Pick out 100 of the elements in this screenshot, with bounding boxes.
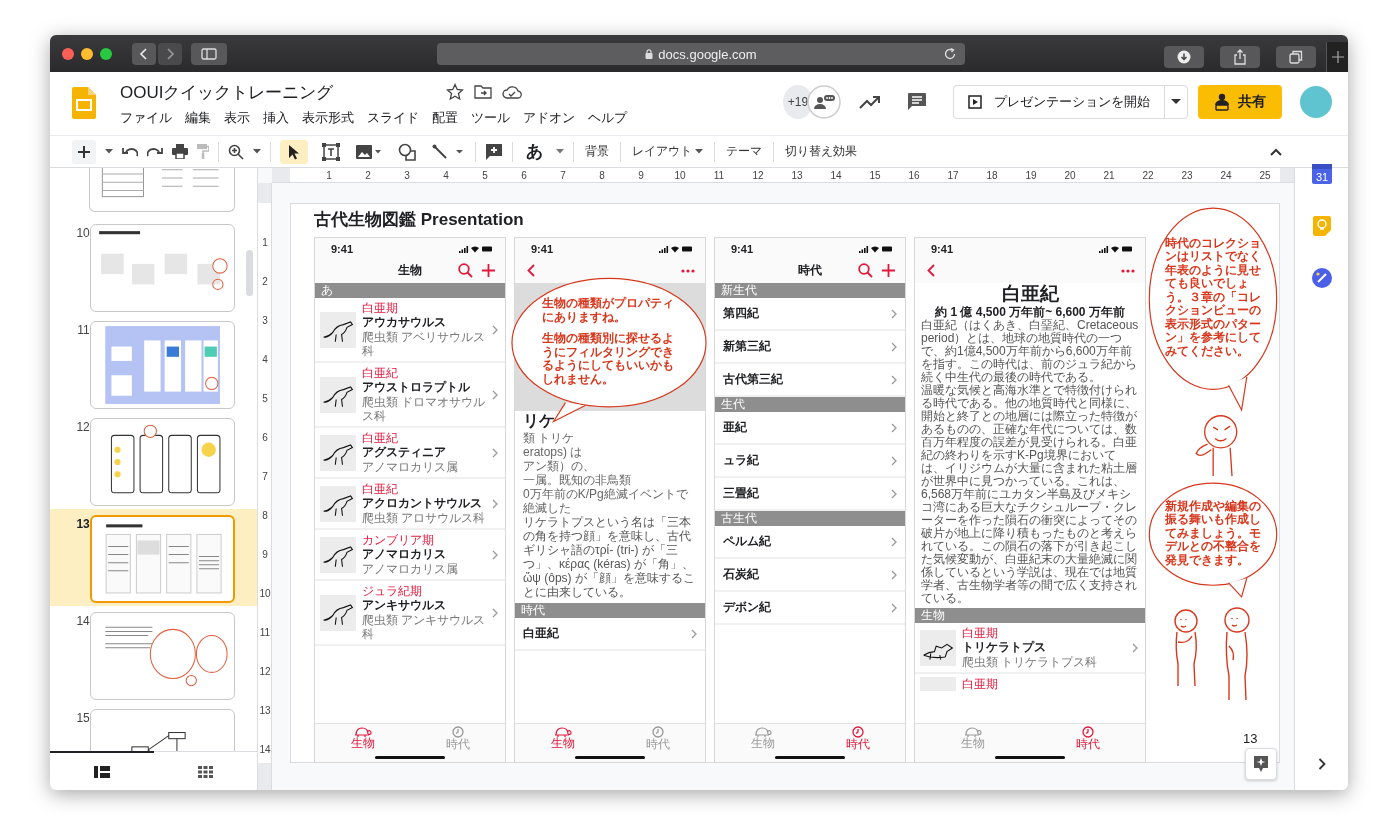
slide-number: 12 [75, 419, 90, 434]
list-row[interactable]: 白亜紀 アクロカントサウルス 爬虫類 アロサウルス科 [315, 479, 505, 530]
toolbar-button[interactable]: 背景 [583, 143, 611, 160]
person-chat-icon[interactable] [807, 85, 841, 119]
menu-item[interactable]: スライド [367, 109, 419, 127]
list-row[interactable]: デボン紀 [715, 592, 905, 625]
share-page-button[interactable] [1220, 46, 1260, 68]
menu-item[interactable]: 表示 [224, 109, 250, 127]
new-slide-button[interactable] [72, 139, 96, 164]
reload-icon[interactable] [943, 47, 957, 61]
star-icon[interactable] [446, 83, 464, 101]
present-options-button[interactable] [1164, 85, 1188, 119]
description-text: アン類）の、 [523, 459, 595, 473]
list-row[interactable]: 白亜紀 [515, 618, 705, 651]
layout-menu-button[interactable]: レイアウト [630, 143, 705, 160]
collapse-icon[interactable] [1270, 147, 1282, 156]
list-row[interactable]: 白亜期 アウカサウルス 爬虫類 アベリサウルス科 [315, 298, 505, 363]
more-icon[interactable] [1121, 269, 1135, 273]
slide-thumbnail[interactable] [89, 321, 235, 409]
menu-item[interactable]: 配置 [432, 109, 458, 127]
caret-icon[interactable] [105, 149, 113, 154]
back-icon[interactable] [527, 264, 535, 277]
sidebar-button[interactable] [191, 42, 227, 65]
back-icon[interactable] [927, 264, 935, 277]
tab-bar-item[interactable]: 時代 [1030, 724, 1145, 752]
era-name: 古代第三紀 [723, 371, 783, 388]
menu-item[interactable]: 挿入 [263, 109, 289, 127]
menu-item[interactable]: 表示形式 [302, 109, 354, 127]
more-icon[interactable] [681, 269, 695, 273]
address-bar[interactable]: docs.google.com [437, 43, 965, 65]
tab-bar-item[interactable]: 生物 [315, 724, 410, 752]
task-check-icon[interactable] [1311, 268, 1332, 288]
download-button[interactable] [1164, 46, 1204, 68]
slide-thumbnail[interactable] [89, 168, 235, 212]
list-row[interactable]: 新第三紀 [715, 331, 905, 364]
menu-item[interactable]: ファイル [120, 109, 172, 127]
list-row[interactable]: ジュラ紀期 アンキサウルス 爬虫類 アンキサウルス科 [315, 581, 505, 646]
select-tool[interactable] [280, 139, 308, 164]
share-button[interactable]: 共有 [1198, 85, 1282, 119]
list-row[interactable]: 第四紀 [715, 298, 905, 331]
menu-item[interactable]: 編集 [185, 109, 211, 127]
add-comment-icon[interactable] [485, 142, 503, 161]
era-label: 白亜紀 [362, 366, 398, 380]
caret-icon[interactable] [253, 149, 261, 154]
menu-item[interactable]: ツール [471, 109, 510, 127]
calendar-icon[interactable]: 31 [1311, 162, 1332, 184]
redo-icon[interactable] [147, 146, 163, 157]
list-row[interactable]: 亜紀 [715, 412, 905, 445]
collaborator-count[interactable]: +19 [783, 85, 813, 119]
trending-up-icon[interactable] [859, 95, 881, 109]
toolbar-button[interactable]: 切り替え効果 [783, 143, 859, 160]
minimize-window-button[interactable] [81, 47, 93, 60]
slide-thumbnail[interactable] [89, 418, 235, 506]
bubble-text: 生物の種類がプロパティにありますね。 [542, 297, 675, 325]
slide-thumbnail[interactable] [89, 612, 235, 700]
close-window-button[interactable] [62, 47, 74, 60]
new-tab-button[interactable] [1326, 42, 1348, 72]
menu-item[interactable]: ヘルプ [588, 109, 627, 127]
add-icon[interactable] [882, 264, 895, 277]
list-row[interactable]: 白亜期 トリケラトプス 爬虫類 トリケラトプス科 [915, 623, 1145, 674]
section-header: 生代 [715, 397, 905, 412]
tab-bar-item[interactable]: 生物 [515, 724, 610, 752]
explore-button[interactable] [1245, 748, 1277, 780]
search-icon[interactable] [858, 263, 873, 278]
list-row[interactable]: ペルム紀 [715, 526, 905, 559]
comment-icon[interactable] [907, 92, 927, 112]
creature-title: リケ [523, 411, 555, 431]
zoom-icon[interactable] [228, 143, 244, 160]
grid-view-icon [197, 765, 213, 778]
search-icon[interactable] [458, 263, 473, 278]
list-row[interactable]: カンブリア期 アノマロカリス アノマロカリス属 [315, 530, 505, 581]
slide-thumbnail[interactable] [89, 515, 235, 603]
font-button[interactable]: あ [522, 140, 547, 163]
toolbar-button[interactable]: テーマ [724, 143, 764, 160]
section-header: 時代 [515, 603, 705, 618]
cloud-check-icon[interactable] [502, 85, 522, 99]
document-title[interactable]: OOUIクイックトレーニング [120, 80, 446, 104]
list-row[interactable]: 白亜期 [915, 674, 1145, 694]
forward-button[interactable] [158, 42, 182, 65]
back-button[interactable] [132, 42, 156, 65]
present-button[interactable]: プレゼンテーションを開始 [953, 85, 1164, 119]
undo-icon[interactable] [122, 146, 138, 157]
chevron-icon [891, 374, 897, 385]
folder-icon[interactable] [474, 84, 492, 100]
list-row[interactable]: ュラ紀 [715, 445, 905, 478]
creature-name: アウストロラプトル [362, 380, 470, 395]
tabs-overview-button[interactable] [1276, 46, 1316, 68]
tab-bar-item[interactable]: 時代 [810, 724, 905, 752]
menu-item[interactable]: アドオン [523, 109, 575, 127]
add-icon[interactable] [482, 264, 495, 277]
expand-panel-icon[interactable] [1318, 758, 1326, 770]
zoom-window-button[interactable] [100, 47, 112, 60]
scrollbar-thumb[interactable] [246, 250, 253, 296]
status-time: 9:41 [931, 243, 954, 255]
slide-thumbnail[interactable] [89, 224, 235, 312]
list-row[interactable]: 白亜紀 アグスティニア アノマロカリス属 [315, 428, 505, 479]
print-icon[interactable] [172, 144, 188, 159]
list-row[interactable]: 白亜紀 アウストロラプトル 爬虫類 ドロマオサウルス科 [315, 363, 505, 428]
caret-icon[interactable] [556, 149, 564, 154]
list-row[interactable]: 石炭紀 [715, 559, 905, 592]
